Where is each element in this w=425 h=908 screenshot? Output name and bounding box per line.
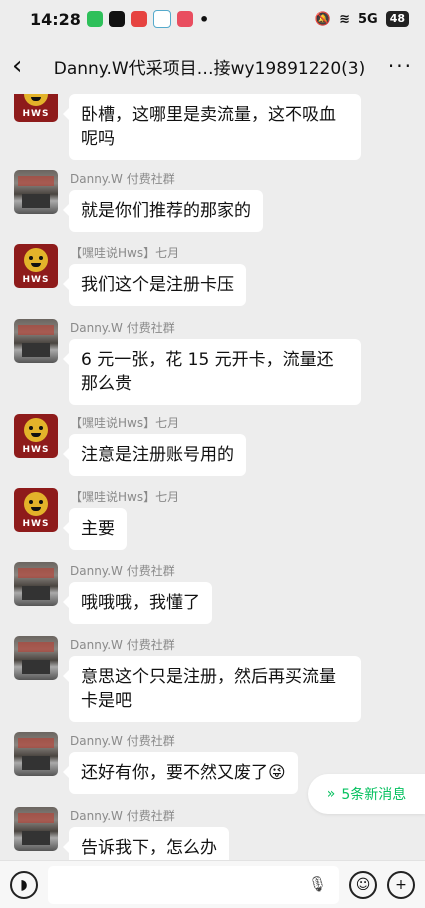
sender-name: Danny.W 付费社群 (70, 734, 175, 748)
chat-title: Danny.W代采项目…接wy19891220(3) (53, 58, 366, 79)
chevron-left-icon[interactable]: ‹ (12, 51, 40, 81)
message-bubble[interactable]: 卧槽，这哪里是卖流量，这不吸血呢吗 (63, 94, 361, 160)
emoji-icon[interactable]: ☺ (349, 870, 377, 899)
sender-name: 【嘿哇说Hws】七月 (70, 246, 180, 260)
avatar[interactable] (14, 170, 58, 214)
plus-icon[interactable]: + (387, 870, 415, 899)
voice-icon[interactable]: ◗ (10, 870, 38, 899)
message-bubble[interactable]: 6 元一张，花 15 元开卡，流量还那么贵 (63, 339, 361, 405)
status-time: 14:28 (30, 9, 81, 29)
message-bubble[interactable]: 哦哦哦，我懂了 (63, 582, 212, 624)
message-list[interactable]: HWS 卧槽，这哪里是卖流量，这不吸血呢吗 Danny.W 付费社群 就是你们推… (0, 94, 425, 860)
double-chevron-down-icon: » (326, 786, 336, 802)
avatar[interactable]: HWS (14, 244, 58, 288)
wechat-notification-icon (86, 11, 103, 27)
mute-icon: 🔕 (314, 11, 332, 27)
message-input[interactable]: 🎙 (48, 865, 339, 904)
app-notification-icon (130, 11, 147, 27)
sender-name: Danny.W 付费社群 (70, 809, 175, 823)
sender-name: Danny.W 付费社群 (70, 564, 175, 578)
avatar[interactable] (14, 562, 58, 606)
mic-icon[interactable]: 🎙 (308, 875, 327, 893)
chat-header: ‹ Danny.W代采项目…接wy19891220(3) ··· (0, 38, 425, 94)
signal-label: 5G (357, 11, 378, 27)
avatar[interactable] (14, 807, 58, 851)
sender-name: Danny.W 付费社群 (70, 172, 175, 186)
message-bubble[interactable]: 注意是注册账号用的 (63, 434, 246, 476)
new-messages-label: 5条新消息 (341, 787, 407, 803)
message-bubble[interactable]: 主要 (63, 508, 127, 550)
more-dots-icon[interactable]: ··· (379, 54, 413, 78)
sender-name: Danny.W 付费社群 (70, 638, 175, 652)
message-bubble[interactable]: 意思这个只是注册，然后再买流量卡是吧 (63, 656, 361, 722)
sender-name: 【嘿哇说Hws】七月 (70, 416, 180, 430)
avatar[interactable] (14, 319, 58, 363)
status-bar: 14:28 • 🔕 ≋ 5G 48 (0, 0, 425, 38)
new-messages-button[interactable]: » 5条新消息 (308, 774, 425, 814)
avatar[interactable]: HWS (14, 488, 58, 532)
avatar[interactable]: HWS (14, 414, 58, 458)
message-bubble[interactable]: 就是你们推荐的那家的 (63, 190, 263, 232)
sender-name: 【嘿哇说Hws】七月 (70, 490, 180, 504)
more-notifications-dot-icon: • (198, 9, 210, 29)
wifi-icon: ≋ (339, 11, 350, 27)
message-bubble[interactable]: 我们这个是注册卡压 (63, 264, 246, 306)
message-bubble[interactable]: 告诉我下，怎么办 (63, 827, 229, 860)
avatar[interactable]: HWS (14, 94, 58, 122)
message-bubble[interactable]: 还好有你，要不然又废了😜 (63, 752, 298, 794)
avatar[interactable] (14, 636, 58, 680)
music-notification-icon (176, 11, 193, 27)
input-bar: ◗ 🎙 ☺ + (0, 860, 425, 908)
app-notification-icon (152, 10, 171, 28)
sender-name: Danny.W 付费社群 (70, 321, 175, 335)
tiktok-notification-icon (108, 11, 125, 27)
battery-icon: 48 (385, 11, 409, 27)
avatar[interactable] (14, 732, 58, 776)
